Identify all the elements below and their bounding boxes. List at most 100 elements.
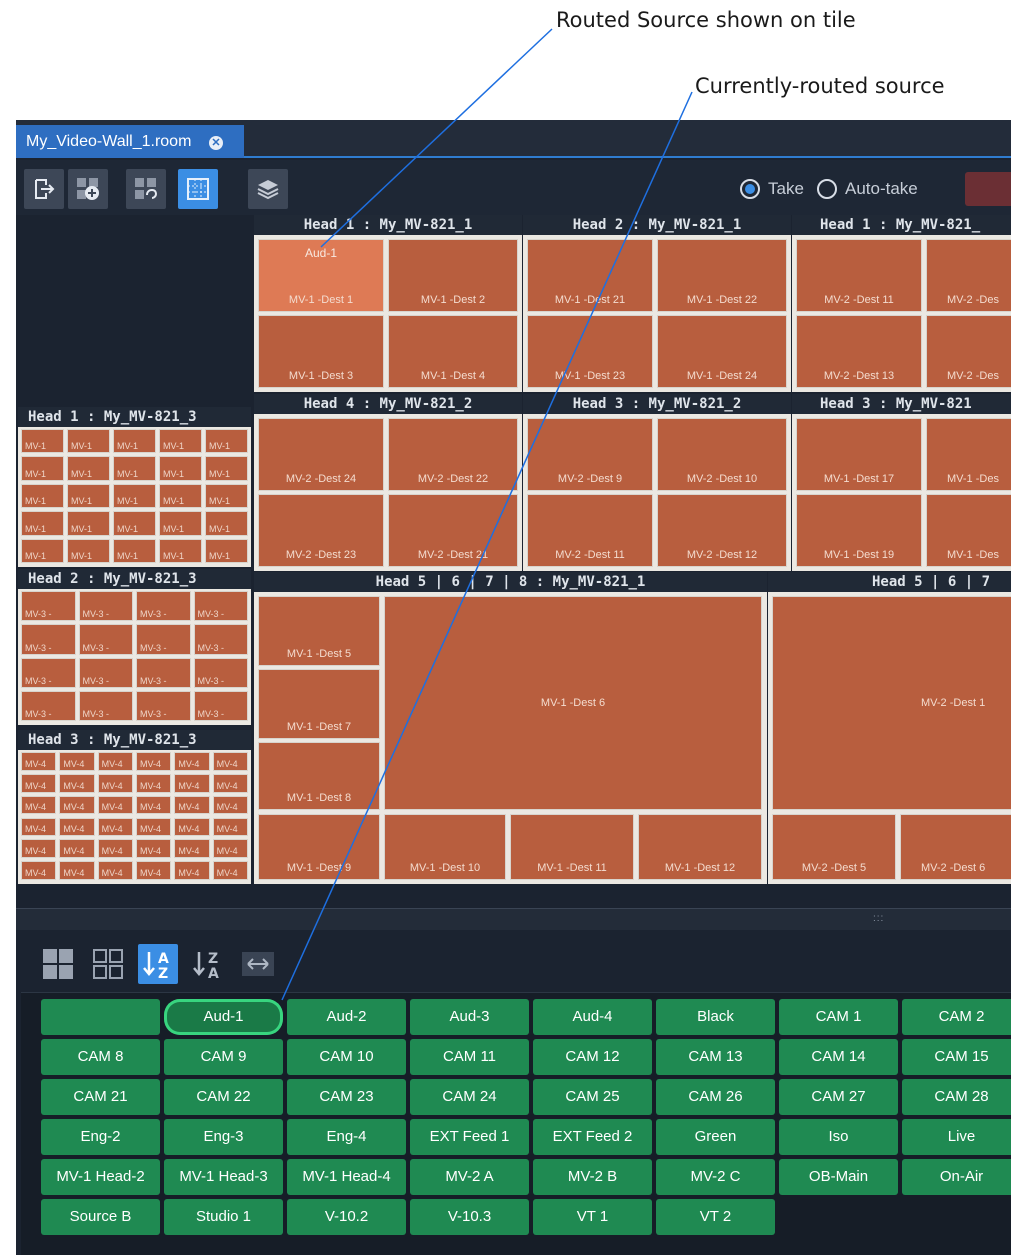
mini-dest-tile[interactable]: MV-1	[159, 456, 202, 481]
mini-dest-tile[interactable]: MV-4	[97, 839, 133, 859]
dest-tile[interactable]: MV-2 -Dest 13	[796, 315, 922, 388]
mini-dest-tile[interactable]: MV-4	[21, 839, 57, 859]
source-button[interactable]: CAM 26	[656, 1079, 775, 1115]
source-button[interactable]: MV-1 Head-2	[41, 1159, 160, 1195]
dest-tile[interactable]: MV-2 -Dest 24	[258, 418, 384, 491]
mini-dest-tile[interactable]: MV-4	[174, 773, 210, 793]
dest-tile[interactable]: MV-1 -Dest 3	[258, 315, 384, 388]
mini-dest-tile[interactable]: MV-4	[59, 795, 95, 815]
mini-dest-tile[interactable]: MV-1	[67, 511, 110, 536]
dest-tile[interactable]: MV-1 -Dest 21	[527, 239, 653, 312]
mini-dest-tile[interactable]: MV-1	[21, 429, 64, 454]
dest-tile[interactable]: MV-2 -Des	[926, 315, 1011, 388]
mini-dest-tile[interactable]: MV-4	[136, 773, 172, 793]
multiviewer-head-1-mv2[interactable]: Head 1 : My_MV-821_ MV-2 -Dest 11 MV-2 -…	[792, 215, 1011, 392]
mini-dest-tile[interactable]: MV-1	[159, 538, 202, 563]
mini-dest-tile[interactable]: MV-1	[67, 429, 110, 454]
source-button[interactable]: V-10.3	[410, 1199, 529, 1235]
source-button[interactable]	[41, 999, 160, 1035]
dest-tile[interactable]: MV-2 -Dest 10	[657, 418, 787, 491]
mini-dest-tile[interactable]: MV-4	[212, 773, 248, 793]
source-button[interactable]: Live	[902, 1119, 1011, 1155]
mini-dest-tile[interactable]: MV-1	[21, 483, 64, 509]
mini-dest-tile[interactable]: MV-4	[21, 752, 57, 771]
source-button[interactable]: Black	[656, 999, 775, 1035]
multiviewer-side-3[interactable]: Head 3 : My_MV-821_3 MV-4 MV-4 MV-4 MV-4 MV-…	[18, 730, 251, 884]
mini-dest-tile[interactable]: MV-1	[205, 429, 248, 454]
mini-dest-tile[interactable]: MV-4	[174, 861, 210, 880]
dest-tile[interactable]: MV-1 -Des	[926, 494, 1011, 567]
mini-dest-tile[interactable]: MV-3 -	[21, 624, 76, 655]
source-button[interactable]: Aud-3	[410, 999, 529, 1035]
mini-dest-tile[interactable]: MV-4	[174, 817, 210, 837]
source-button[interactable]: CAM 24	[410, 1079, 529, 1115]
dest-tile-large[interactable]: MV-2 -Dest 1	[772, 596, 1011, 810]
sort-z-a-button[interactable]: ZA	[188, 944, 228, 984]
dest-tile[interactable]: MV-2 -Dest 9	[527, 418, 653, 491]
mini-dest-tile[interactable]: MV-3 -	[136, 657, 191, 688]
source-button[interactable]: CAM 14	[779, 1039, 898, 1075]
source-button[interactable]: Iso	[779, 1119, 898, 1155]
mini-dest-tile[interactable]: MV-3 -	[193, 591, 248, 622]
mini-dest-tile[interactable]: MV-3 -	[78, 690, 133, 721]
mini-dest-tile[interactable]: MV-1	[113, 456, 156, 481]
source-button[interactable]: EXT Feed 1	[410, 1119, 529, 1155]
add-tile-button[interactable]	[68, 169, 108, 209]
close-icon[interactable]: ✕	[209, 136, 223, 150]
source-button[interactable]: MV-2 A	[410, 1159, 529, 1195]
dest-tile-large[interactable]: MV-1 -Dest 6	[384, 596, 762, 810]
dest-tile[interactable]: MV-1 -Dest 19	[796, 494, 922, 567]
multiviewer-head-2-mv1[interactable]: Head 2 : My_MV-821_1 MV-1 -Dest 21 MV-1 …	[523, 215, 791, 392]
dest-tile[interactable]: MV-1 -Dest 23	[527, 315, 653, 388]
dest-tile[interactable]: MV-1 -Dest 2	[388, 239, 518, 312]
take-radio[interactable]	[740, 179, 760, 199]
source-button[interactable]: On-Air	[902, 1159, 1011, 1195]
source-button[interactable]: VT 2	[656, 1199, 775, 1235]
source-button[interactable]: CAM 1	[779, 999, 898, 1035]
mini-dest-tile[interactable]: MV-4	[97, 773, 133, 793]
mini-dest-tile[interactable]: MV-3 -	[78, 591, 133, 622]
source-button[interactable]: Aud-1	[164, 999, 283, 1035]
link-button[interactable]	[126, 169, 166, 209]
dest-tile[interactable]: MV-2 -Dest 21	[388, 494, 518, 567]
multiviewer-head-5678-mv1[interactable]: Head 5 | 6 | 7 | 8 : My_MV-821_1 MV-1 -D…	[254, 572, 767, 884]
dest-tile[interactable]: MV-1 -Dest 11	[510, 814, 634, 880]
mini-dest-tile[interactable]: MV-1	[113, 538, 156, 563]
mini-dest-tile[interactable]: MV-3 -	[78, 624, 133, 655]
dest-tile[interactable]: MV-2 -Dest 6	[900, 814, 1011, 880]
mini-dest-tile[interactable]: MV-3 -	[21, 591, 76, 622]
mini-dest-tile[interactable]: MV-4	[174, 752, 210, 771]
source-button[interactable]: CAM 11	[410, 1039, 529, 1075]
dest-tile[interactable]: Aud-1 MV-1 -Dest 1	[258, 239, 384, 312]
mini-dest-tile[interactable]: MV-1	[113, 511, 156, 536]
source-button[interactable]: Green	[656, 1119, 775, 1155]
dest-tile[interactable]: MV-2 -Dest 11	[796, 239, 922, 312]
mini-dest-tile[interactable]: MV-1	[159, 429, 202, 454]
mini-dest-tile[interactable]: MV-1	[67, 483, 110, 509]
multiviewer-head-1-mv1[interactable]: Head 1 : My_MV-821_1 Aud-1 MV-1 -Dest 1 …	[254, 215, 522, 392]
source-button[interactable]: CAM 22	[164, 1079, 283, 1115]
source-button[interactable]: CAM 2	[902, 999, 1011, 1035]
mini-dest-tile[interactable]: MV-3 -	[193, 624, 248, 655]
dest-tile[interactable]: MV-1 -Dest 17	[796, 418, 922, 491]
source-button[interactable]: CAM 28	[902, 1079, 1011, 1115]
mini-dest-tile[interactable]: MV-3 -	[21, 657, 76, 688]
mini-dest-tile[interactable]: MV-1	[113, 483, 156, 509]
source-button[interactable]: CAM 9	[164, 1039, 283, 1075]
dest-tile[interactable]: MV-1 -Dest 22	[657, 239, 787, 312]
mini-dest-tile[interactable]: MV-1	[205, 538, 248, 563]
layers-button[interactable]	[248, 169, 288, 209]
source-button[interactable]: CAM 25	[533, 1079, 652, 1115]
multiviewer-head-3-mv2[interactable]: Head 3 : My_MV-821_2 MV-2 -Dest 9 MV-2 -…	[523, 394, 791, 571]
mini-dest-tile[interactable]: MV-1	[205, 456, 248, 481]
mini-dest-tile[interactable]: MV-4	[212, 839, 248, 859]
mini-dest-tile[interactable]: MV-4	[212, 795, 248, 815]
mini-dest-tile[interactable]: MV-4	[59, 752, 95, 771]
dest-tile[interactable]: MV-2 -Des	[926, 239, 1011, 312]
source-button[interactable]: CAM 27	[779, 1079, 898, 1115]
mini-dest-tile[interactable]: MV-1	[159, 511, 202, 536]
source-button[interactable]: Aud-2	[287, 999, 406, 1035]
dest-tile[interactable]: MV-2 -Dest 12	[657, 494, 787, 567]
mini-dest-tile[interactable]: MV-1	[205, 511, 248, 536]
dest-tile[interactable]: MV-2 -Dest 11	[527, 494, 653, 567]
